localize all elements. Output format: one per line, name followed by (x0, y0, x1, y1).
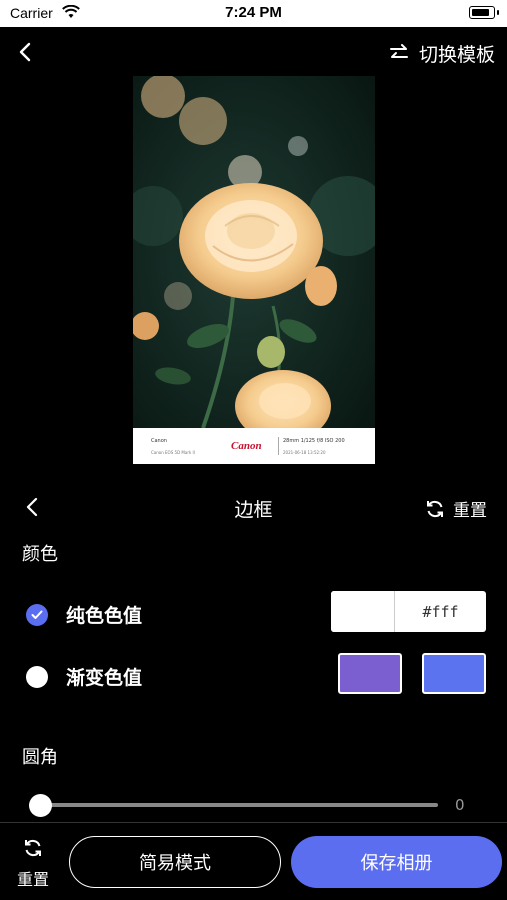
camera-brand-text: Canon (151, 438, 167, 444)
back-icon[interactable] (14, 40, 38, 64)
switch-template-button[interactable]: 切换模板 (389, 40, 495, 66)
solid-color-radio[interactable] (26, 603, 48, 626)
status-bar: Carrier 7:24 PM (0, 0, 507, 27)
swap-arrows-icon (389, 44, 408, 58)
switch-template-label: 切换模板 (418, 43, 495, 66)
reset-label: 重置 (16, 870, 49, 889)
footer-divider (278, 437, 279, 455)
reset-button[interactable]: 重置 (14, 838, 52, 890)
solid-color-picker[interactable]: #fff (331, 591, 486, 632)
gradient-color-option[interactable]: 渐变色值 (26, 663, 142, 690)
solid-color-option[interactable]: 纯色色值 (26, 601, 142, 628)
radius-slider-track[interactable] (40, 803, 438, 807)
gradient-start-swatch[interactable] (338, 653, 402, 694)
gradient-color-label: 渐变色值 (66, 667, 143, 689)
check-icon (31, 610, 43, 619)
simple-mode-button[interactable]: 简易模式 (69, 836, 281, 888)
rose-photo (133, 76, 375, 428)
exif-date-text: 2021-06-18 13:52:20 (283, 450, 326, 455)
photo-watermark-footer: Canon Canon EOS 5D Mark II Canon 28mm 1/… (133, 428, 375, 464)
photo-preview: Canon Canon EOS 5D Mark II Canon 28mm 1/… (133, 76, 375, 464)
bottom-divider (0, 822, 507, 823)
camera-model-text: Canon EOS 5D Mark II (151, 450, 195, 455)
battery-level (472, 9, 490, 16)
brand-logo: Canon (231, 440, 262, 452)
clock: 7:24 PM (225, 4, 282, 21)
color-section-label: 颜色 (22, 544, 58, 565)
exif-params-text: 28mm 1/125 f/8 ISO 200 (283, 438, 345, 444)
solid-color-value[interactable]: #fff (395, 591, 486, 632)
refresh-icon (25, 840, 41, 856)
solid-color-label: 纯色色值 (66, 605, 143, 627)
panel-reset-button[interactable]: 重置 (425, 496, 487, 521)
gradient-color-radio[interactable] (26, 665, 48, 688)
save-to-album-button[interactable]: 保存相册 (291, 836, 502, 888)
solid-color-swatch[interactable] (331, 591, 395, 632)
gradient-end-swatch[interactable] (422, 653, 486, 694)
panel-reset-label: 重置 (453, 501, 487, 521)
battery-icon (469, 6, 499, 19)
radius-section-label: 圆角 (22, 747, 58, 768)
refresh-icon (427, 500, 443, 517)
radius-value: 0 (455, 796, 465, 814)
radius-slider-thumb[interactable] (29, 794, 52, 817)
